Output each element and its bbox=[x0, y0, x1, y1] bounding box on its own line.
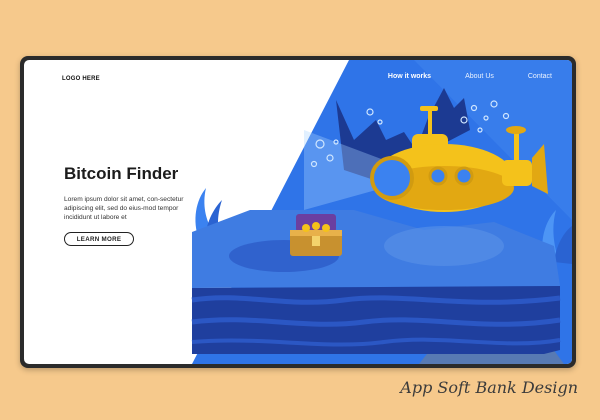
watermark-text: App Soft Bank Design bbox=[400, 378, 578, 397]
top-nav: How it works About Us Contact bbox=[388, 73, 552, 80]
nav-how-it-works[interactable]: How it works bbox=[388, 73, 431, 80]
treasure-chest bbox=[290, 214, 342, 256]
device-frame: LOGO HERE How it works About Us Contact … bbox=[20, 56, 576, 368]
nav-about-us[interactable]: About Us bbox=[465, 73, 494, 80]
hero-title: Bitcoin Finder bbox=[64, 164, 179, 183]
nav-contact[interactable]: Contact bbox=[528, 73, 552, 80]
seabed bbox=[191, 210, 561, 354]
landing-page: LOGO HERE How it works About Us Contact … bbox=[24, 60, 572, 364]
learn-more-button[interactable]: LEARN MORE bbox=[64, 232, 134, 246]
logo[interactable]: LOGO HERE bbox=[62, 76, 100, 82]
hero-description: Lorem ipsum dolor sit amet, con-sectetur… bbox=[64, 196, 184, 221]
